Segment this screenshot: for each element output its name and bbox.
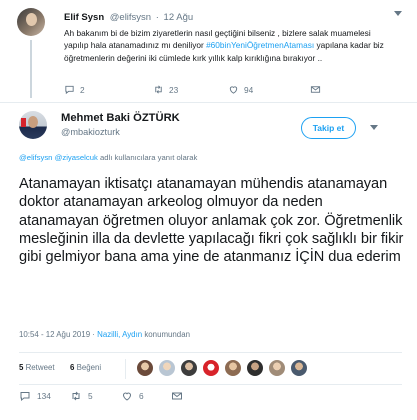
retweet-icon xyxy=(72,391,80,401)
liker-avatar[interactable] xyxy=(246,359,264,377)
parent-reply-button[interactable]: 2 xyxy=(64,84,85,95)
reply-button[interactable]: 134 xyxy=(19,390,51,402)
liker-avatar[interactable] xyxy=(180,359,198,377)
envelope-icon xyxy=(310,86,321,93)
heart-icon xyxy=(229,86,238,94)
retweet-stat[interactable]: 5 Retweet xyxy=(19,363,55,372)
parent-separator: · xyxy=(155,12,159,23)
parent-header: Elif Sysn @elifsysn · 12 Ağu xyxy=(64,12,193,23)
reply-mentions[interactable]: @elifsysn @ziyaselcuk xyxy=(19,153,98,162)
like-stat-label: Beğeni xyxy=(76,363,102,372)
divider xyxy=(19,384,402,385)
parent-author-name[interactable]: Elif Sysn xyxy=(64,12,104,23)
meta-separator: · xyxy=(92,330,95,339)
liker-avatar[interactable] xyxy=(224,359,242,377)
envelope-icon xyxy=(172,392,182,400)
like-stat[interactable]: 6 Beğeni xyxy=(70,363,101,372)
parent-hashtag[interactable]: #60binYeniÖğretmenAtaması xyxy=(206,40,314,50)
tweet-action-bar: 134 5 6 xyxy=(19,390,219,404)
parent-retweet-count: 23 xyxy=(169,84,179,95)
retweet-button[interactable]: 5 xyxy=(70,390,93,402)
like-stat-count: 6 xyxy=(70,363,75,372)
divider xyxy=(19,352,402,353)
liker-avatar[interactable] xyxy=(158,359,176,377)
parent-retweet-button[interactable]: 23 xyxy=(153,84,178,95)
stats-separator xyxy=(125,359,126,379)
parent-tweet[interactable]: Elif Sysn @elifsysn · 12 Ağu Ah bakanım … xyxy=(0,0,417,103)
heart-icon xyxy=(122,392,132,401)
liker-avatar[interactable] xyxy=(202,359,220,377)
chevron-down-icon[interactable] xyxy=(393,10,403,18)
liker-avatar[interactable] xyxy=(290,359,308,377)
liker-avatar[interactable] xyxy=(136,359,154,377)
chevron-down-icon[interactable] xyxy=(369,124,379,132)
parent-action-bar: 2 23 94 xyxy=(64,84,364,98)
tweet-timestamp[interactable]: 10:54 - 12 Ağu 2019 xyxy=(19,330,90,339)
dm-button[interactable] xyxy=(171,390,183,402)
reply-context: @elifsysn @ziyaselcuk adlı kullanıcılara… xyxy=(19,153,197,162)
reply-context-suffix: adlı kullanıcılara yanıt olarak xyxy=(97,153,198,162)
parent-avatar[interactable] xyxy=(17,8,45,36)
retweet-stat-label: Retweet xyxy=(25,363,55,372)
tweet-location[interactable]: Nazilli, Aydın xyxy=(97,330,142,339)
author-name[interactable]: Mehmet Baki ÖZTÜRK xyxy=(61,112,180,124)
tweet-text: Atanamayan iktisatçı atanamayan mühendis… xyxy=(19,176,404,266)
liker-avatars xyxy=(136,359,308,377)
parent-dm-button[interactable] xyxy=(310,84,321,95)
thread-line xyxy=(30,40,32,98)
reply-icon xyxy=(65,85,74,95)
like-count: 6 xyxy=(139,391,144,401)
liker-avatar[interactable] xyxy=(268,359,286,377)
parent-reply-count: 2 xyxy=(80,84,85,95)
follow-button[interactable]: Takip et xyxy=(301,117,356,139)
parent-timestamp[interactable]: 12 Ağu xyxy=(164,12,194,23)
engagement-stats: 5 Retweet 6 Beğeni xyxy=(19,354,402,384)
retweet-stat-count: 5 xyxy=(19,363,24,372)
parent-like-count: 94 xyxy=(244,84,254,95)
retweet-count: 5 xyxy=(88,391,93,401)
reply-icon xyxy=(20,392,30,402)
parent-author-handle[interactable]: @elifsysn xyxy=(110,12,151,23)
parent-like-button[interactable]: 94 xyxy=(228,84,253,95)
like-button[interactable]: 6 xyxy=(121,390,144,402)
location-suffix: konumundan xyxy=(142,330,190,339)
retweet-icon xyxy=(155,85,162,94)
tweet-metadata: 10:54 - 12 Ağu 2019 · Nazilli, Aydın kon… xyxy=(19,330,190,339)
author-avatar[interactable] xyxy=(19,111,47,139)
parent-tweet-text: Ah bakanım bi de bizim ziyaretlerin nası… xyxy=(64,27,394,64)
reply-count: 134 xyxy=(37,391,51,401)
author-handle[interactable]: @mbakiozturk xyxy=(61,127,120,137)
